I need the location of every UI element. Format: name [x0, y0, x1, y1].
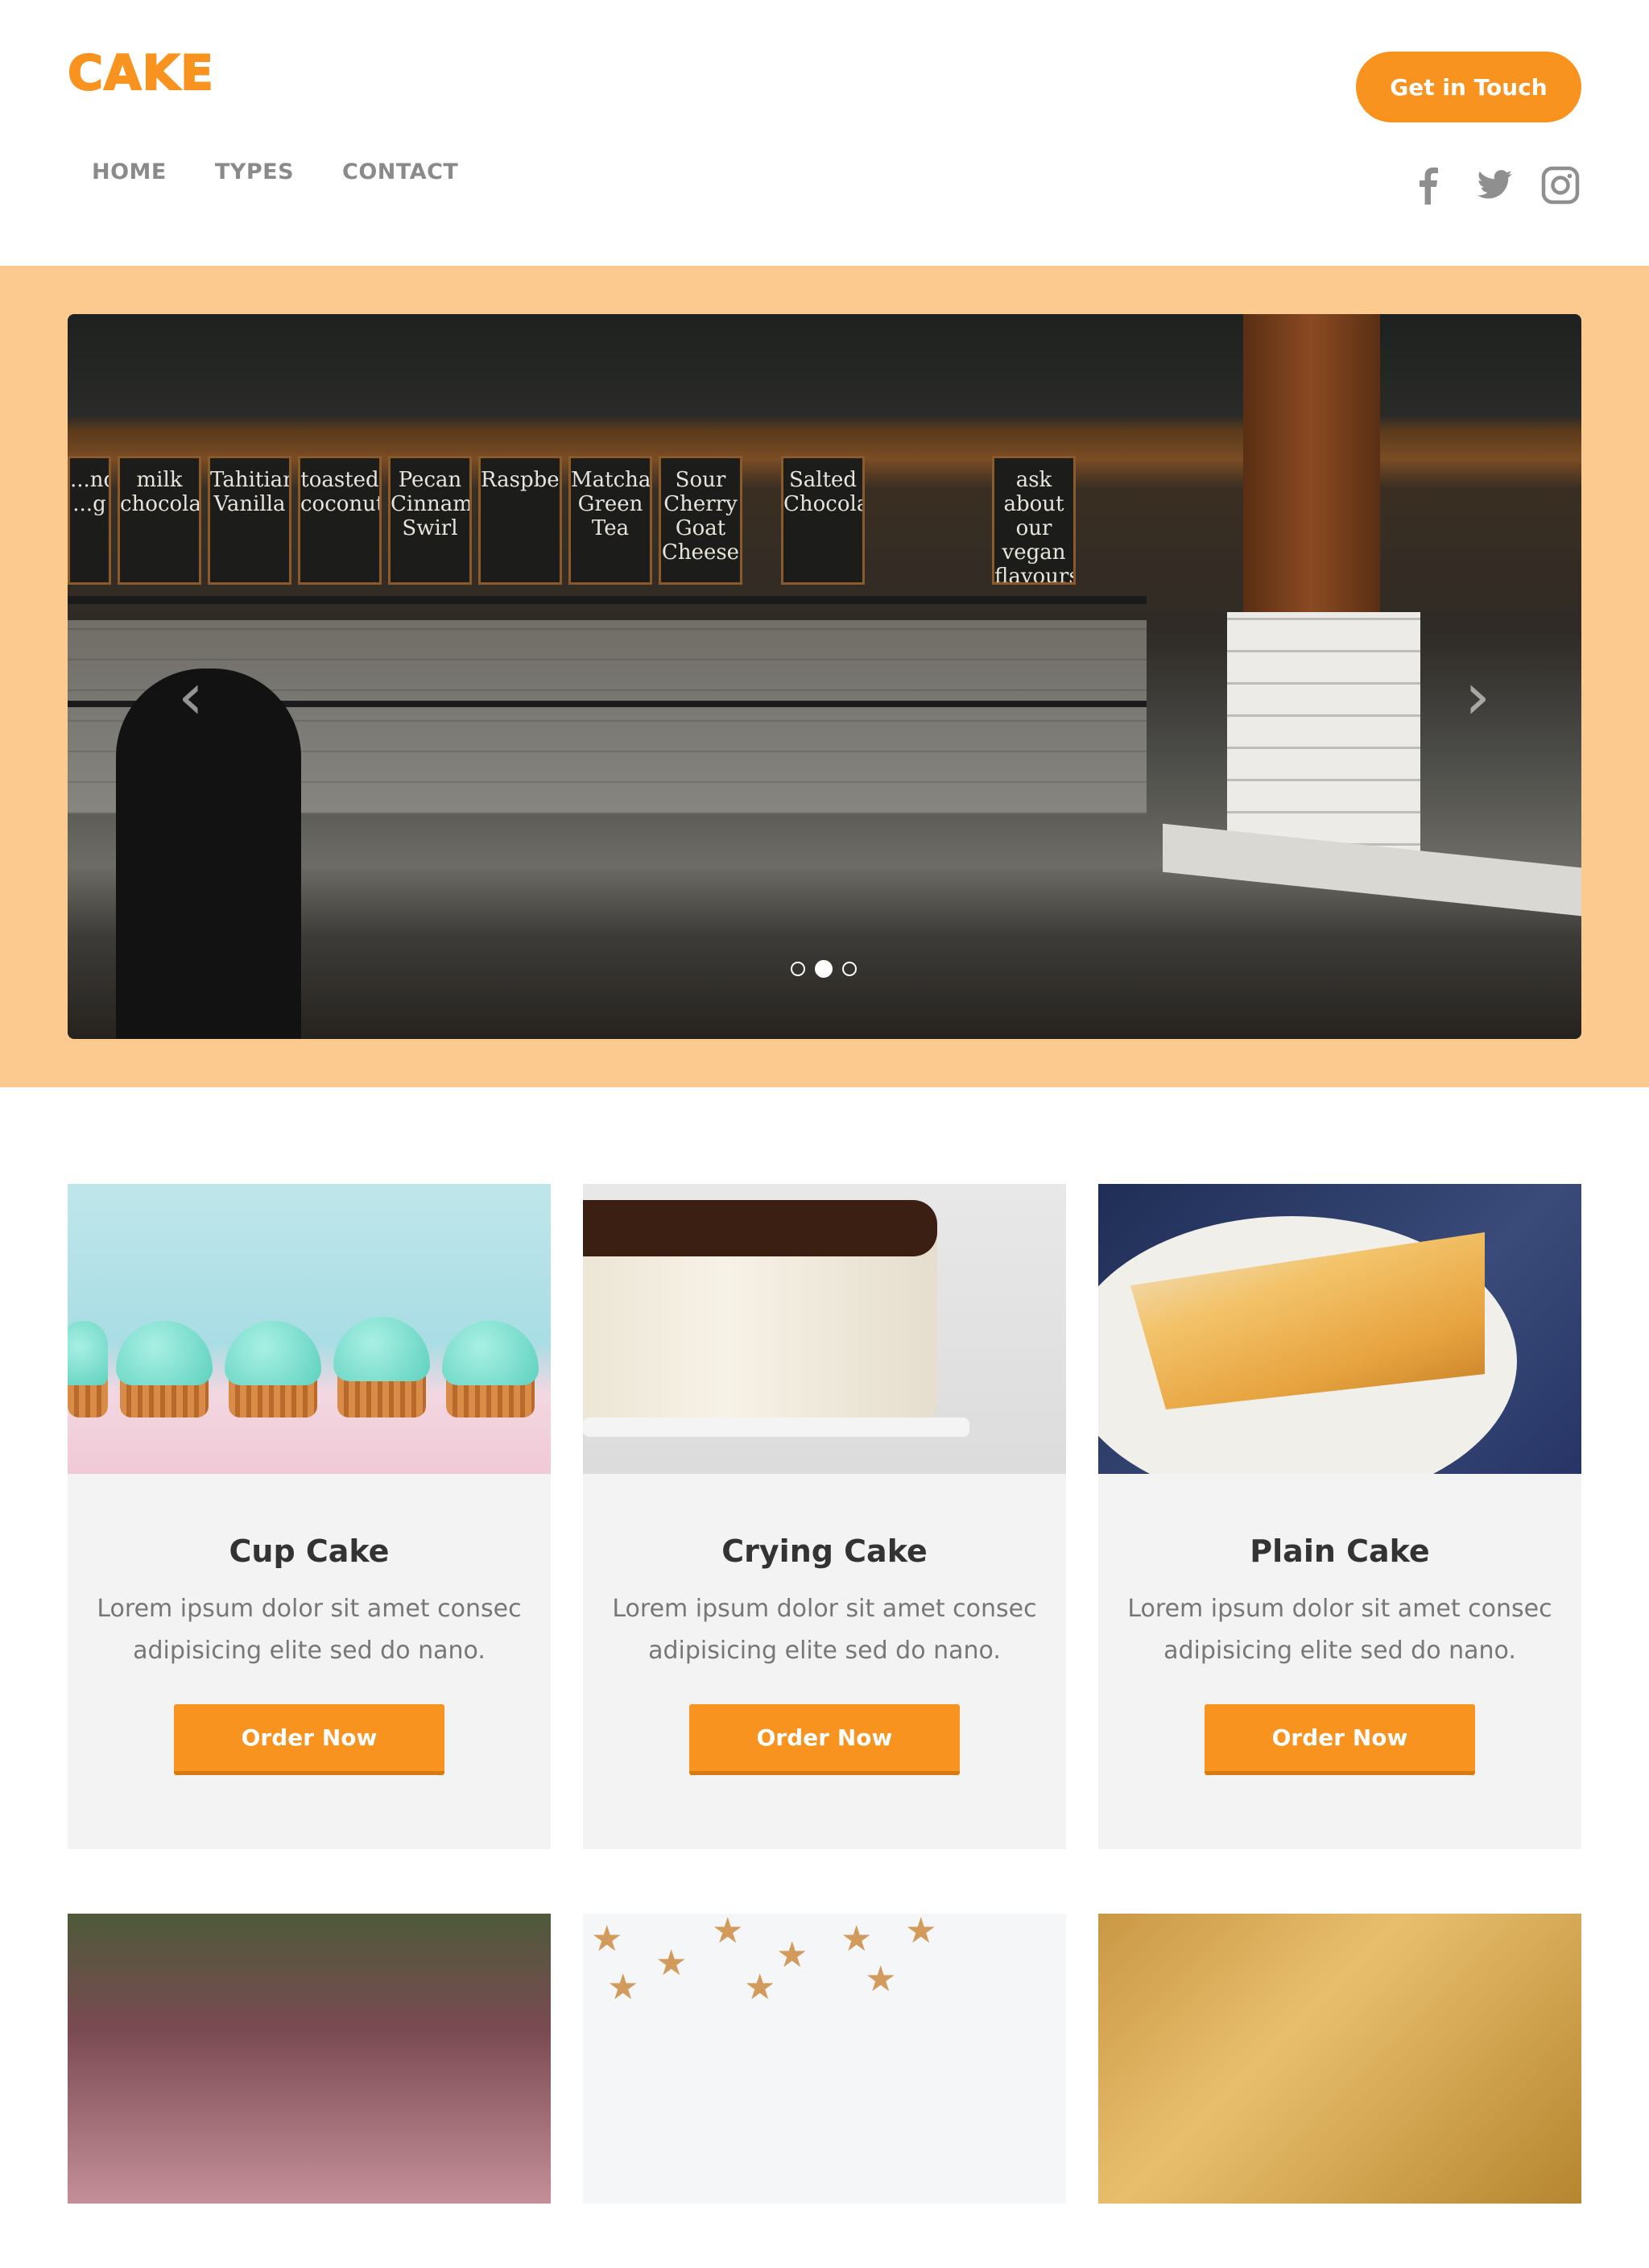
card-text: Lorem ipsum dolor sit amet consec adipis… [612, 1595, 1037, 1665]
shelf-rail [68, 596, 1147, 604]
slider-dot-3[interactable] [842, 962, 857, 976]
star-cookies-image: ★ ★ ★ ★ ★ ★ ★ ★ ★ [583, 1914, 1066, 2204]
menu-board: milk chocolate [118, 456, 201, 585]
site-logo[interactable]: CAKE [67, 44, 214, 102]
twitter-icon[interactable] [1473, 164, 1515, 206]
order-now-button[interactable]: Order Now [174, 1704, 444, 1775]
slider-prev-chevron-icon[interactable]: ‹ [171, 664, 211, 729]
slider-dot-2[interactable] [815, 960, 833, 978]
card-title: Plain Cake [1250, 1533, 1430, 1569]
menu-board: Tahitian Vanilla [208, 456, 291, 585]
card-text: Lorem ipsum dolor sit amet consec adipis… [1127, 1595, 1552, 1665]
card-title: Cup Cake [229, 1533, 390, 1569]
card-body: Crying Cake Lorem ipsum dolor sit amet c… [583, 1474, 1066, 1849]
menu-board: Raspberry [478, 456, 562, 585]
chocolate-drip-cake-image [583, 1184, 1066, 1474]
menu-board: Pecan Cinnamon Swirl [388, 456, 472, 585]
nav-types[interactable]: TYPES [215, 159, 294, 184]
instagram-icon[interactable] [1539, 164, 1581, 206]
cards-row: Cup Cake Lorem ipsum dolor sit amet cons… [68, 1184, 1581, 1849]
menu-board: Sour Cherry Goat Cheese [659, 456, 742, 585]
slider-next-chevron-icon[interactable]: › [1457, 664, 1498, 729]
pastries-image [1098, 1914, 1581, 2204]
card-plain-cake: Plain Cake Lorem ipsum dolor sit amet co… [1098, 1184, 1581, 1849]
social-links [1407, 164, 1581, 206]
facebook-icon[interactable] [1407, 164, 1449, 206]
order-now-button[interactable]: Order Now [1205, 1704, 1475, 1775]
menu-board: ask about our vegan flavours [992, 456, 1076, 585]
card-birthday-cake [68, 1914, 551, 2204]
hero-section: ...ndon ...g milk chocolate Tahitian Van… [0, 266, 1649, 1087]
card-title: Crying Cake [721, 1533, 928, 1569]
card-pastries [1098, 1914, 1581, 2204]
card-cup-cake: Cup Cake Lorem ipsum dolor sit amet cons… [68, 1184, 551, 1849]
nav-home[interactable]: HOME [92, 159, 167, 184]
birthday-cake-image [68, 1914, 551, 2204]
menu-board: Matcha Green Tea [568, 456, 652, 585]
nav-contact[interactable]: CONTACT [342, 159, 458, 184]
cards-row: ★ ★ ★ ★ ★ ★ ★ ★ ★ [68, 1914, 1581, 2204]
menu-board: ...ndon ...g [68, 456, 111, 585]
hero-slider[interactable]: ...ndon ...g milk chocolate Tahitian Van… [68, 314, 1581, 1039]
card-body: Cup Cake Lorem ipsum dolor sit amet cons… [68, 1474, 551, 1849]
main-nav: HOME TYPES CONTACT [92, 159, 458, 184]
card-star-cookies: ★ ★ ★ ★ ★ ★ ★ ★ ★ [583, 1914, 1066, 2204]
cake-types: Cup Cake Lorem ipsum dolor sit amet cons… [68, 1184, 1581, 2268]
menu-board: Salted Chocolate [781, 456, 865, 585]
order-now-button[interactable]: Order Now [689, 1704, 960, 1775]
card-text: Lorem ipsum dolor sit amet consec adipis… [97, 1595, 522, 1665]
get-in-touch-button[interactable]: Get in Touch [1356, 52, 1581, 122]
menu-board: toasted coconut [298, 456, 382, 585]
cupcakes-image [68, 1184, 551, 1474]
card-body: Plain Cake Lorem ipsum dolor sit amet co… [1098, 1474, 1581, 1849]
site-header: CAKE HOME TYPES CONTACT Get in Touch [0, 0, 1649, 266]
menu-boards: ...ndon ...g milk chocolate Tahitian Van… [68, 456, 1082, 585]
slider-dot-1[interactable] [791, 962, 805, 976]
sponge-cake-image [1098, 1184, 1581, 1474]
slider-dots [791, 960, 857, 978]
card-crying-cake: Crying Cake Lorem ipsum dolor sit amet c… [583, 1184, 1066, 1849]
